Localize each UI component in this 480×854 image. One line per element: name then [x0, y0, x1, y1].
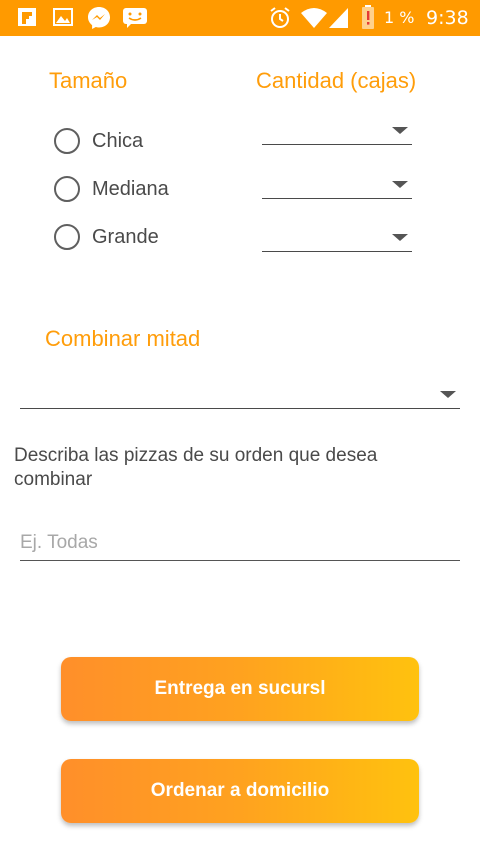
size-radio-mediana[interactable]: Mediana — [54, 173, 169, 205]
quantity-dropdown-grande[interactable] — [262, 219, 412, 252]
gallery-icon — [53, 8, 73, 26]
status-bar: 1 % 9:38 — [0, 0, 480, 36]
battery-alert-icon — [362, 5, 374, 29]
delivery-button[interactable]: Ordenar a domicilio — [61, 759, 419, 823]
size-header: Tamaño — [49, 68, 128, 93]
describe-instructions: Describa las pizzas de su orden que dese… — [14, 445, 378, 490]
size-radio-grande[interactable]: Grande — [54, 221, 159, 253]
chat-icon — [123, 8, 147, 28]
pizza-description-input[interactable] — [20, 526, 460, 561]
dropdown-arrow-icon — [392, 127, 408, 134]
radio-button-icon[interactable] — [54, 128, 80, 154]
quantity-dropdown-mediana[interactable] — [262, 166, 412, 199]
size-label-grande: Grande — [92, 225, 159, 248]
pickup-button[interactable]: Entrega en sucursl — [61, 657, 419, 721]
radio-button-icon[interactable] — [54, 224, 80, 250]
messenger-icon — [88, 7, 110, 29]
size-label-chica: Chica — [92, 129, 144, 152]
size-radio-chica[interactable]: Chica — [54, 125, 143, 157]
dropdown-arrow-icon — [392, 181, 408, 188]
dropdown-arrow-icon — [440, 391, 456, 398]
wifi-icon — [301, 8, 327, 28]
quantity-dropdown-chica[interactable] — [262, 112, 412, 145]
order-form: Tamaño Cantidad (cajas) Chica Mediana Gr… — [0, 36, 480, 854]
radio-button-icon[interactable] — [54, 176, 80, 202]
combine-dropdown[interactable] — [20, 376, 460, 409]
quantity-header: Cantidad (cajas) — [256, 68, 417, 93]
alarm-icon — [270, 7, 290, 28]
battery-percent: 1 % — [384, 8, 415, 27]
flipboard-icon — [18, 8, 36, 26]
size-label-mediana: Mediana — [92, 177, 169, 200]
dropdown-arrow-icon — [392, 234, 408, 241]
clock-time: 9:38 — [426, 7, 469, 29]
signal-icon — [329, 8, 348, 28]
combine-header: Combinar mitad — [45, 326, 201, 351]
